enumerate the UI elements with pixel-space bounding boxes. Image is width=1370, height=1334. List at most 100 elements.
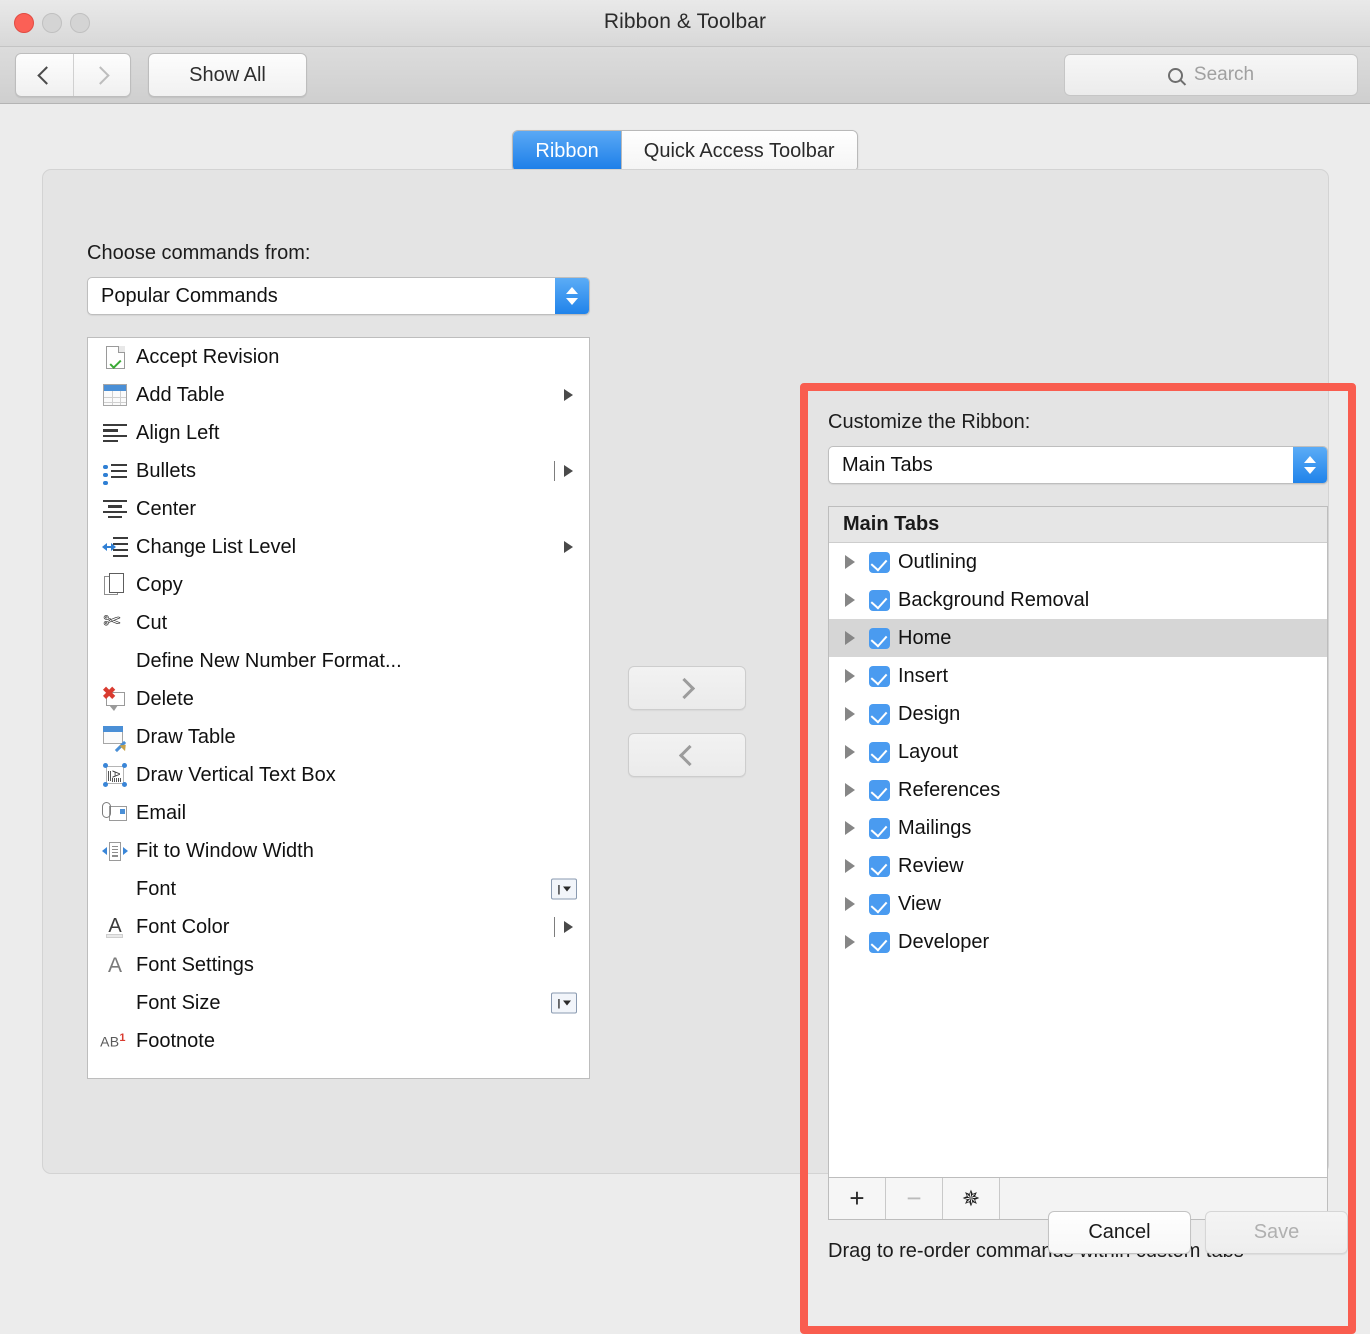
list-item[interactable]: A Font Settings xyxy=(88,946,589,984)
list-item[interactable]: Copy xyxy=(88,566,589,604)
show-all-button[interactable]: Show All xyxy=(148,53,307,97)
tree-item-label: Design xyxy=(898,703,960,726)
tree-item-references[interactable]: References xyxy=(829,771,1327,809)
remove-from-ribbon-button[interactable] xyxy=(628,733,746,777)
stepper-arrows-icon xyxy=(1293,447,1327,483)
checkbox[interactable] xyxy=(869,894,890,915)
checkbox[interactable] xyxy=(869,742,890,763)
checkbox[interactable] xyxy=(869,818,890,839)
forward-button[interactable] xyxy=(73,54,130,96)
list-item[interactable]: Email xyxy=(88,794,589,832)
settings-gear-button[interactable]: ✵ xyxy=(943,1178,1000,1219)
list-item[interactable]: Define New Number Format... xyxy=(88,642,589,680)
list-item-partial[interactable] xyxy=(88,1060,589,1079)
remove-tab-button[interactable]: − xyxy=(886,1178,943,1219)
checkbox[interactable] xyxy=(869,666,890,687)
search-placeholder: Search xyxy=(1194,64,1254,86)
disclosure-triangle-icon[interactable] xyxy=(845,897,855,911)
gear-icon: ✵ xyxy=(962,1186,980,1212)
tree-item-review[interactable]: Review xyxy=(829,847,1327,885)
add-to-ribbon-button[interactable] xyxy=(628,666,746,710)
tree-item-view[interactable]: View xyxy=(829,885,1327,923)
list-item[interactable]: A Font Color xyxy=(88,908,589,946)
disclosure-triangle-icon[interactable] xyxy=(845,783,855,797)
save-button[interactable]: Save xyxy=(1205,1211,1348,1254)
tree-item-home[interactable]: Home xyxy=(829,619,1327,657)
list-item-label: Copy xyxy=(136,574,183,597)
list-item-label: Bullets xyxy=(136,460,196,483)
delete-icon: ✖ xyxy=(102,686,128,712)
tab-quick-access-toolbar[interactable]: Quick Access Toolbar xyxy=(621,131,857,171)
list-item[interactable]: Draw Table xyxy=(88,718,589,756)
checkbox[interactable] xyxy=(869,780,890,801)
disclosure-triangle-icon[interactable] xyxy=(845,631,855,645)
submenu-arrow-icon[interactable] xyxy=(564,541,573,553)
search-input[interactable]: Search xyxy=(1064,54,1358,96)
separator xyxy=(554,917,555,937)
add-tab-button[interactable]: + xyxy=(829,1178,886,1219)
tab-bar: Ribbon Quick Access Toolbar xyxy=(0,104,1370,172)
checkbox[interactable] xyxy=(869,552,890,573)
commands-list[interactable]: Accept Revision Add Table Align Left xyxy=(87,337,590,1079)
tree-item-background-removal[interactable]: Background Removal xyxy=(829,581,1327,619)
disclosure-triangle-icon[interactable] xyxy=(845,935,855,949)
tree-item-design[interactable]: Design xyxy=(829,695,1327,733)
stepper-arrows-icon xyxy=(555,278,589,314)
tree-item-label: Layout xyxy=(898,741,958,764)
cut-icon: ✄ xyxy=(102,610,128,636)
list-item[interactable]: A Draw Vertical Text Box xyxy=(88,756,589,794)
footnote-icon: AB1 xyxy=(96,1028,130,1054)
back-button[interactable] xyxy=(16,54,73,96)
list-item[interactable]: Add Table xyxy=(88,376,589,414)
list-item-label: Cut xyxy=(136,612,167,635)
checkbox[interactable] xyxy=(869,856,890,877)
cancel-button[interactable]: Cancel xyxy=(1048,1211,1191,1254)
list-item[interactable]: Font I xyxy=(88,870,589,908)
checkbox[interactable] xyxy=(869,590,890,611)
list-item[interactable]: ✖ Delete xyxy=(88,680,589,718)
disclosure-triangle-icon[interactable] xyxy=(845,745,855,759)
customize-ribbon-section: Customize the Ribbon: Main Tabs Main Tab… xyxy=(828,411,1328,1263)
ibeam-dropdown-icon[interactable]: I xyxy=(551,879,577,900)
list-item[interactable]: ✄ Cut xyxy=(88,604,589,642)
disclosure-triangle-icon[interactable] xyxy=(845,593,855,607)
checkbox[interactable] xyxy=(869,628,890,649)
disclosure-triangle-icon[interactable] xyxy=(845,707,855,721)
disclosure-triangle-icon[interactable] xyxy=(845,821,855,835)
submenu-arrow-icon[interactable] xyxy=(564,389,573,401)
separator xyxy=(554,461,555,481)
ribbon-tabs-tree[interactable]: Main Tabs Outlining Background Removal H… xyxy=(828,506,1328,1178)
tree-item-mailings[interactable]: Mailings xyxy=(829,809,1327,847)
list-item[interactable]: Font Size I xyxy=(88,984,589,1022)
tree-item-outlining[interactable]: Outlining xyxy=(829,543,1327,581)
disclosure-triangle-icon[interactable] xyxy=(845,859,855,873)
chevron-left-icon xyxy=(37,66,55,84)
list-item[interactable]: Center xyxy=(88,490,589,528)
submenu-arrow-icon[interactable] xyxy=(564,921,573,933)
list-item[interactable]: AB1 Footnote xyxy=(88,1022,589,1060)
choose-commands-from-select[interactable]: Popular Commands xyxy=(87,277,590,315)
customize-ribbon-select[interactable]: Main Tabs xyxy=(828,446,1328,484)
choose-commands-from-value: Popular Commands xyxy=(101,285,278,308)
center-icon xyxy=(102,496,128,522)
tree-item-developer[interactable]: Developer xyxy=(829,923,1327,961)
list-item[interactable]: Change List Level xyxy=(88,528,589,566)
list-item[interactable]: Fit to Window Width xyxy=(88,832,589,870)
list-item-label: Draw Table xyxy=(136,726,236,749)
tree-item-insert[interactable]: Insert xyxy=(829,657,1327,695)
checkbox[interactable] xyxy=(869,704,890,725)
checkbox[interactable] xyxy=(869,932,890,953)
tree-item-layout[interactable]: Layout xyxy=(829,733,1327,771)
disclosure-triangle-icon[interactable] xyxy=(845,669,855,683)
disclosure-triangle-icon[interactable] xyxy=(845,555,855,569)
list-item[interactable]: Bullets xyxy=(88,452,589,490)
tree-item-label: Review xyxy=(898,855,964,878)
tab-ribbon[interactable]: Ribbon xyxy=(513,131,620,171)
list-item[interactable]: Accept Revision xyxy=(88,338,589,376)
chevron-right-icon xyxy=(674,677,695,698)
submenu-arrow-icon[interactable] xyxy=(564,465,573,477)
dialog-footer: Cancel Save xyxy=(1048,1211,1348,1254)
font-settings-icon: A xyxy=(102,952,128,978)
list-item[interactable]: Align Left xyxy=(88,414,589,452)
ibeam-dropdown-icon[interactable]: I xyxy=(551,993,577,1014)
